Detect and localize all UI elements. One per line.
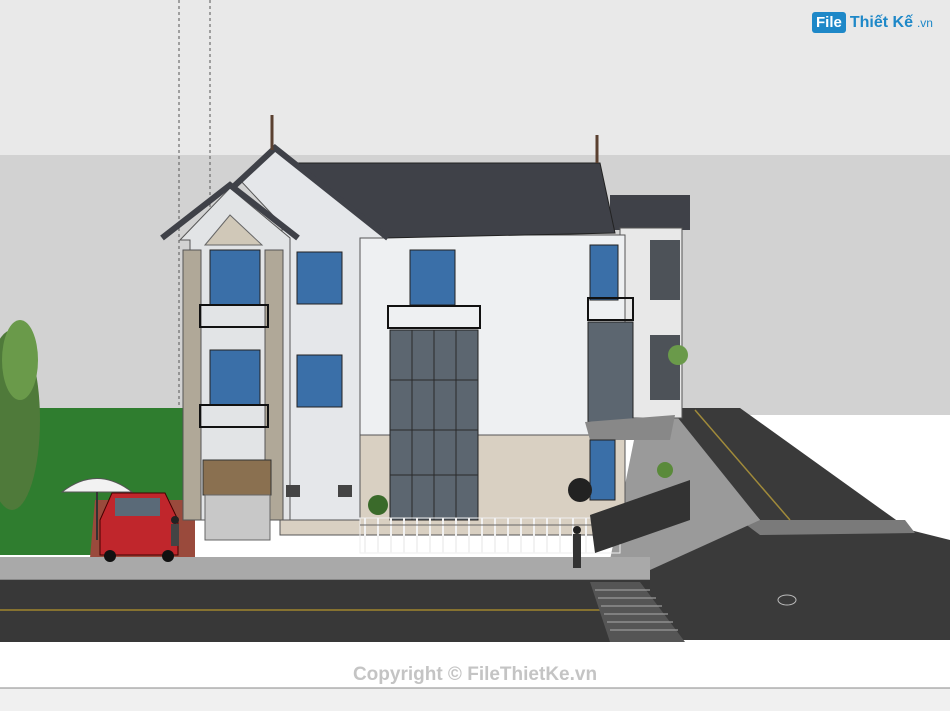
roof-right-wing (610, 195, 690, 230)
garage-door (202, 459, 272, 496)
logo-name: Thiết Kế (849, 13, 913, 31)
crosswalk-side (740, 520, 915, 535)
window (209, 349, 261, 406)
sidewalk-front (0, 557, 650, 580)
window (409, 249, 456, 306)
person-icon (573, 526, 581, 568)
logo-box: File (812, 12, 846, 33)
sketchup-house-render: File Thiết Kế .vn Copyright © FileThietK… (0, 0, 950, 711)
window (296, 354, 343, 408)
copyright-watermark: Copyright © FileThietKe.vn (352, 664, 598, 685)
window (296, 251, 343, 305)
site-logo: File Thiết Kế .vn (812, 12, 933, 33)
logo-tld: .vn (916, 15, 933, 30)
main-road (0, 580, 650, 642)
person-icon (171, 516, 179, 546)
car-icon (99, 492, 179, 562)
window (209, 249, 261, 306)
house-scene-drawing (0, 0, 950, 711)
sky (0, 0, 950, 155)
glass-bay (587, 321, 634, 423)
